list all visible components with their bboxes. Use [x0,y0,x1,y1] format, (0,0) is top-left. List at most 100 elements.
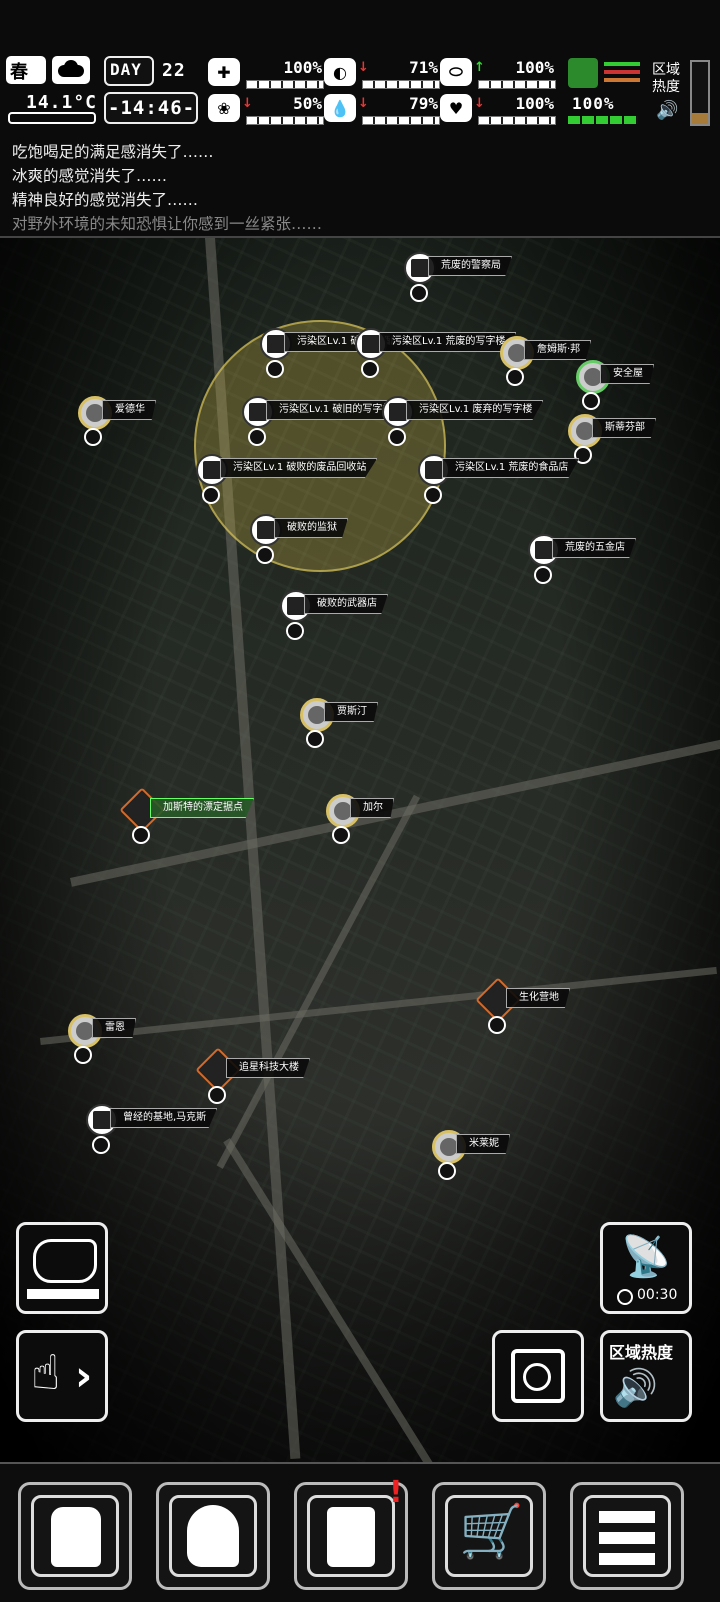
poi-base [84,428,102,446]
clock-icon [617,1289,633,1305]
temperature-readout: 14.1°C [26,92,98,113]
radar-button[interactable]: 📡 00:30 [600,1222,692,1314]
zone-heat-button[interactable]: 区域热度 🔊 [600,1330,692,1422]
poi-label: 詹姆斯·邦 [524,340,592,360]
satellite-dish-icon: 📡 [621,1234,671,1280]
heart-bar [478,116,556,125]
poi-label: 荒废的五金店 [552,538,636,558]
poi-label: 曾经的基地,马克斯 [110,1108,218,1128]
clock-readout: -14:46- [108,97,196,119]
zone-heat-meter [690,60,710,126]
journal-icon [327,1507,375,1567]
poi-label: 破败的武器店 [304,594,388,614]
poi-base [534,566,552,584]
poi-base [208,1086,226,1104]
poi-label: 米莱妮 [456,1134,510,1154]
road [40,966,718,1045]
poi-label: 安全屋 [600,364,654,384]
thermometer-icon [8,112,96,124]
stamina-panel [568,58,640,88]
poi-label: 追星科技大楼 [226,1058,310,1078]
road [223,1138,527,1462]
poi-base [132,826,150,844]
log-line: 精神良好的感觉消失了…… [12,191,199,209]
backpack-icon [51,1507,101,1567]
poi-base [256,546,274,564]
zone-heat-label: 区域 热度 [652,62,680,96]
speaker-icon[interactable]: 🔊 [656,100,678,121]
poi-label: 贾斯汀 [324,702,378,722]
scooter-button[interactable] [16,1222,108,1314]
poi-label: 加斯特的漂定据点 [150,798,254,818]
poi-label: 破败的监狱 [274,518,348,538]
poi-label: 雷恩 [92,1018,136,1038]
thirst-value: 79% [409,94,438,113]
poi-base [248,428,266,446]
thirst-bar [362,116,440,125]
poi-label: 爱德华 [102,400,156,420]
bladder-value: 100% [515,58,554,77]
water-drop-icon: 💧 [324,94,356,122]
stamina-bar [568,116,638,124]
shop-button[interactable]: 🛒 [432,1482,546,1590]
menu-icon [599,1511,655,1565]
poi-base [438,1162,456,1180]
day-label: DAY [110,60,142,79]
bladder-icon: ⬭ [440,58,472,86]
stamina-value: 100% [572,94,615,113]
day-label-box: DAY [104,56,154,86]
world-map[interactable]: 荒废的警察局 污染区Lv.1 破败的酒店 污染区Lv.1 荒废的写字楼 詹姆斯·… [0,238,720,1462]
alert-icon: ! [389,1475,403,1510]
zone-heat-button-label: 区域热度 [609,1343,674,1362]
poi-label: 污染区Lv.1 荒废的写字楼 [379,332,517,352]
mood-value: 50% [293,94,322,113]
hunger-value: 71% [409,58,438,77]
poi-base [361,360,379,378]
poi-base [424,486,442,504]
speaker-icon: 🔊 [613,1368,658,1409]
zone-heat-line1: 区域 [652,62,680,78]
season-badge: 春 [6,56,46,84]
heart-value: 100% [515,94,554,113]
journal-button[interactable]: ! [294,1475,408,1590]
poi-label: 污染区Lv.1 破败的废品回收站 [220,458,378,478]
poi-label: 荒废的警察局 [428,256,512,276]
season-label: 春 [10,62,28,83]
clock-box: -14:46- [104,92,198,124]
poi-base [202,486,220,504]
log-line: 冰爽的感觉消失了…… [12,167,168,185]
brain-icon: ❀ [208,94,240,122]
brain-profile-icon [187,1505,239,1567]
cloud-icon [52,56,90,84]
menu-button[interactable] [570,1482,684,1590]
poi-label: 污染区Lv.1 荒废的食品店 [442,458,580,478]
cart-icon: 🛒 [459,1502,524,1562]
poi-base [92,1136,110,1154]
poi-base [74,1046,92,1064]
zone-heat-line2: 热度 [652,79,680,95]
poi-label: 污染区Lv.1 废弃的写字楼 [406,400,544,420]
character-button[interactable] [156,1482,270,1590]
tap-action-button[interactable]: ☝ › [16,1330,108,1422]
medkit-icon: ✚ [208,58,240,86]
poi-base [306,730,324,748]
poi-base [582,392,600,410]
tap-hand-icon: ☝ [31,1345,61,1401]
hunger-bar [362,80,440,89]
poi-base [410,284,428,302]
scooter-fuel-bar [27,1289,99,1299]
poi-base [388,428,406,446]
message-log: 吃饱喝足的满足感消失了…… 冰爽的感觉消失了…… 精神良好的感觉消失了…… 对野… [0,138,720,238]
status-hud: 春 14.1°C DAY 22 -14:46- ✚ 100% ◐ ↓ 71% ⬭… [0,0,720,138]
poi-base [506,368,524,386]
backpack-button[interactable] [18,1482,132,1590]
log-line: 对野外环境的未知恐惧让你感到一丝紧张…… [12,215,323,233]
health-value: 100% [283,58,322,77]
target-icon [523,1363,551,1391]
poi-label: 斯蒂芬部 [592,418,656,438]
poi-label: 生化营地 [506,988,570,1008]
bottom-nav: ! 🛒 [0,1462,720,1602]
log-line: 吃饱喝足的满足感消失了…… [12,143,214,161]
map-marker-button[interactable] [492,1330,584,1422]
poi-base [266,360,284,378]
